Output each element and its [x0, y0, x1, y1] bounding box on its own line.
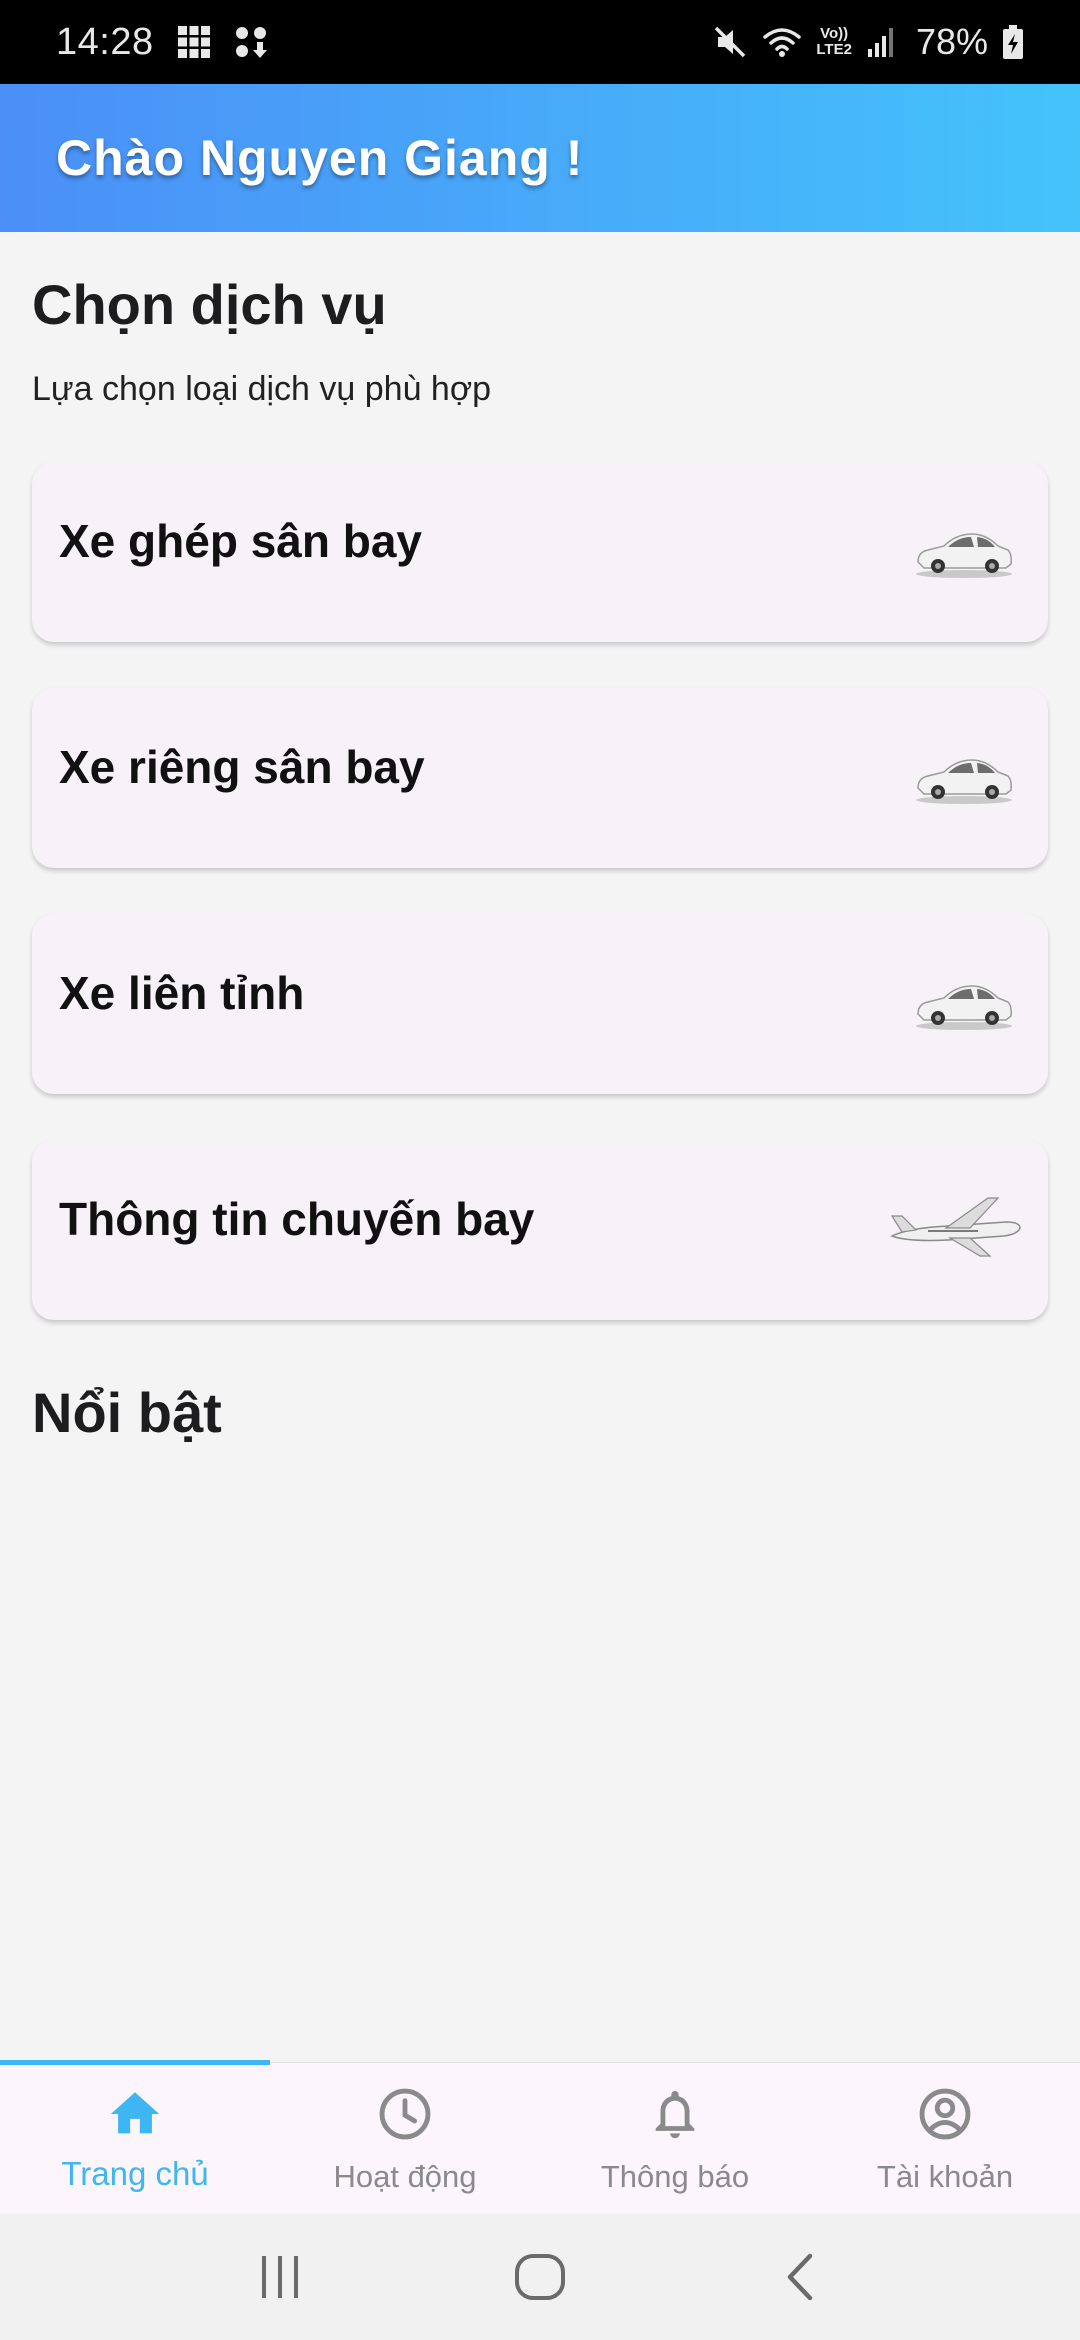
- car-icon: [916, 985, 1012, 1030]
- tab-account[interactable]: Tài khoản: [810, 2063, 1080, 2214]
- tab-label: Thông báo: [600, 2159, 750, 2194]
- service-card-airport-private[interactable]: Xe riêng sân bay: [32, 688, 1048, 868]
- featured-title: Nổi bật: [32, 1381, 222, 1444]
- car-icon: [916, 759, 1012, 804]
- tab-label: Hoạt động: [333, 2159, 477, 2194]
- bell-icon: [655, 2091, 695, 2139]
- mute-icon: [715, 26, 746, 58]
- clock-icon: [379, 2088, 431, 2140]
- back-chevron-icon: [787, 2253, 813, 2301]
- airplane-icon: [890, 1197, 1021, 1257]
- car-icon: [916, 533, 1012, 578]
- service-label: Xe riêng sân bay: [59, 741, 425, 793]
- service-card-airport-shared[interactable]: Xe ghép sân bay: [32, 462, 1048, 642]
- service-card-intercity[interactable]: Xe liên tỉnh: [32, 914, 1048, 1094]
- bottom-nav: Trang chủ Hoạt động Thông báo Tài khoản: [0, 2060, 1080, 2214]
- home-icon: [110, 2092, 160, 2134]
- signal-icon: [867, 28, 893, 57]
- status-time: 14:28: [56, 20, 154, 63]
- tab-label: Trang chủ: [61, 2155, 209, 2192]
- service-label: Thông tin chuyến bay: [59, 1193, 535, 1245]
- recent-apps-button[interactable]: [235, 2237, 325, 2317]
- greeting-title: Chào Nguyen Giang !: [56, 130, 584, 186]
- wifi-icon: [763, 28, 802, 57]
- back-button[interactable]: [755, 2237, 845, 2317]
- battery-charging-icon: [1003, 25, 1023, 59]
- service-label: Xe ghép sân bay: [59, 515, 423, 567]
- home-system-button[interactable]: [495, 2237, 585, 2317]
- services-subtitle: Lựa chọn loại dịch vụ phù hợp: [32, 370, 492, 408]
- app-header: Chào Nguyen Giang !: [0, 84, 1080, 232]
- volte-indicator: Vo)) LTE2: [816, 25, 852, 58]
- home-circle-icon: [515, 2254, 565, 2300]
- recent-apps-icon: [262, 2256, 298, 2298]
- status-bar: 14:28 Vo)) LTE2 78%: [0, 0, 1080, 84]
- account-icon: [919, 2088, 971, 2140]
- tab-notifications[interactable]: Thông báo: [540, 2063, 810, 2214]
- tab-activity[interactable]: Hoạt động: [270, 2063, 540, 2214]
- services-title: Chọn dịch vụ: [32, 273, 387, 336]
- service-label: Xe liên tỉnh: [59, 967, 305, 1019]
- battery-percentage: 78%: [915, 21, 988, 62]
- service-card-flight-info[interactable]: Thông tin chuyến bay: [32, 1140, 1048, 1320]
- active-tab-indicator: [0, 2060, 270, 2065]
- grid-icon: [177, 26, 210, 58]
- system-nav-bar: [0, 2214, 1080, 2340]
- tab-home[interactable]: Trang chủ: [0, 2063, 270, 2214]
- download-icon: [235, 27, 267, 58]
- tab-label: Tài khoản: [876, 2159, 1014, 2194]
